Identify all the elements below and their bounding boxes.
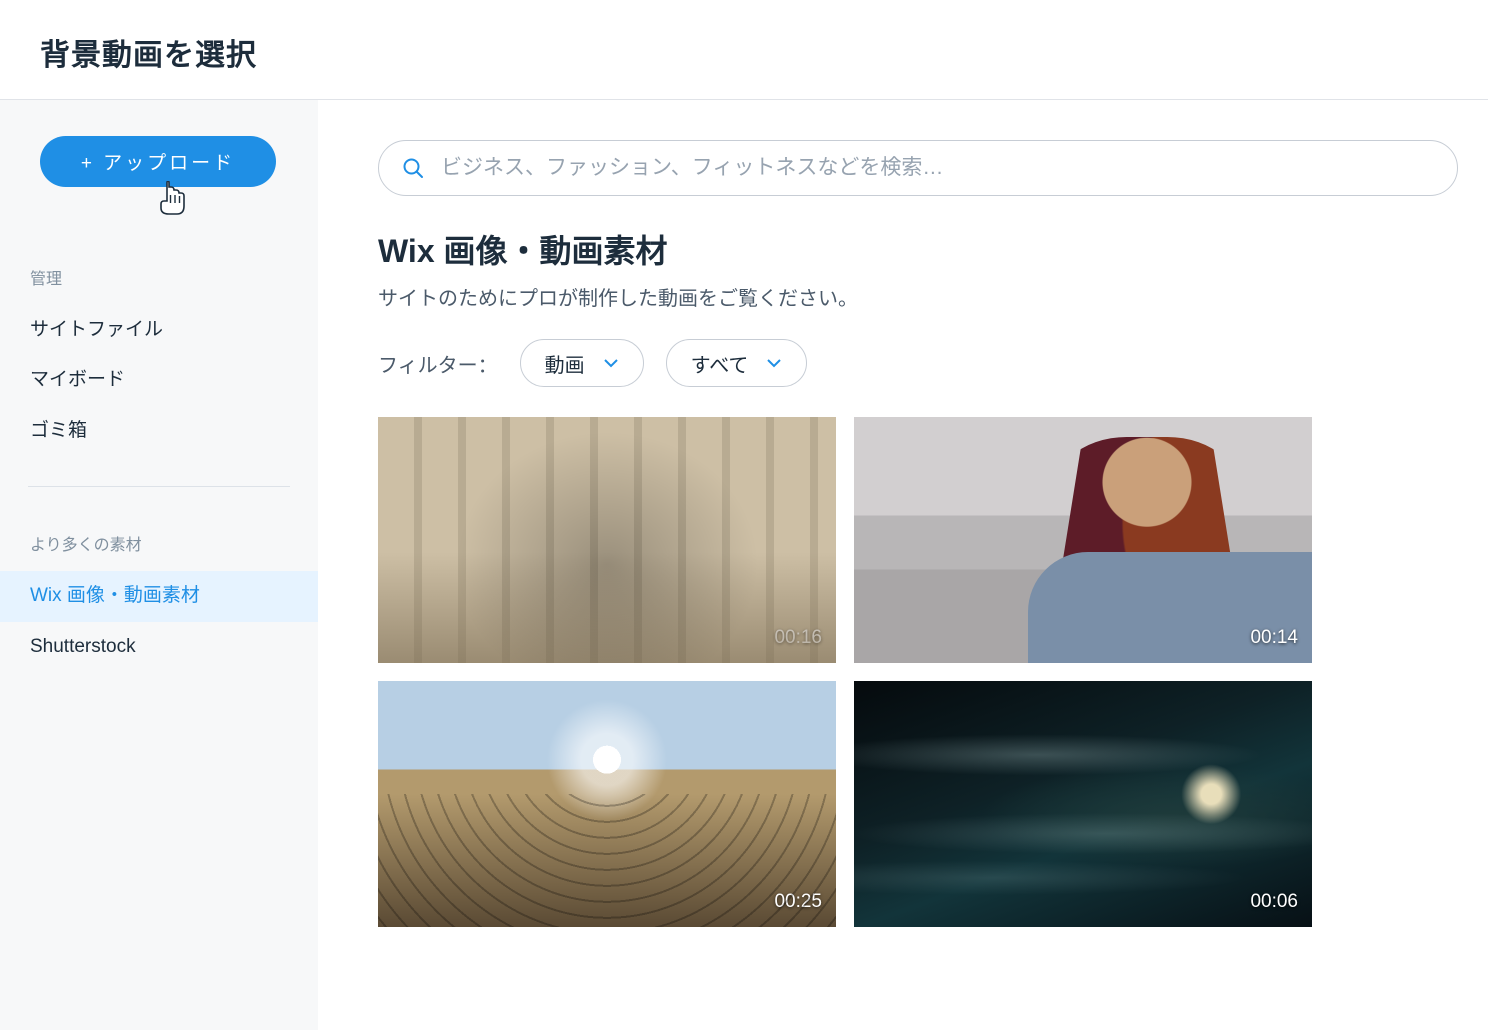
sidebar: + アップロード 管理 サイトファイル マイボード ゴミ箱 より多くの素材 Wi…: [0, 100, 318, 1030]
video-thumbnail[interactable]: 00:25: [378, 681, 836, 927]
sidebar-item-trash[interactable]: ゴミ箱: [0, 406, 318, 456]
video-duration: 00:14: [1250, 627, 1298, 649]
video-duration: 00:16: [774, 627, 822, 649]
filter-label: フィルター：: [378, 349, 498, 378]
filter-type-select[interactable]: 動画: [520, 339, 644, 387]
chevron-down-icon: [766, 355, 782, 371]
sidebar-divider: [28, 486, 290, 487]
sidebar-item-my-board[interactable]: マイボード: [0, 355, 318, 405]
filter-scope-value: すべて: [691, 349, 749, 378]
page-title: 背景動画を選択: [40, 30, 1448, 74]
search-input[interactable]: [441, 156, 1435, 180]
sidebar-item-site-files[interactable]: サイトファイル: [0, 305, 318, 355]
upload-button-label: + アップロード: [81, 148, 235, 175]
sidebar-item-wix-media[interactable]: Wix 画像・動画素材: [0, 571, 318, 621]
filter-type-value: 動画: [545, 349, 585, 378]
chevron-down-icon: [603, 355, 619, 371]
video-duration: 00:06: [1250, 891, 1298, 913]
page-header: 背景動画を選択: [0, 0, 1488, 100]
search-icon: [401, 156, 425, 180]
search-field[interactable]: [378, 140, 1458, 196]
video-duration: 00:25: [774, 891, 822, 913]
sidebar-item-shutterstock[interactable]: Shutterstock: [0, 622, 318, 672]
filter-bar: フィルター： 動画 すべて: [378, 339, 1488, 387]
section-subtitle: サイトのためにプロが制作した動画をご覧ください。: [378, 282, 1488, 311]
video-thumbnail[interactable]: 00:14: [854, 417, 1312, 663]
upload-button[interactable]: + アップロード: [40, 136, 276, 187]
video-thumbnail[interactable]: 00:06: [854, 681, 1312, 927]
pointer-cursor-icon: [158, 181, 186, 215]
video-grid: 00:16 00:14 00:25 00:06: [378, 417, 1488, 927]
section-title: Wix 画像・動画素材: [378, 226, 1488, 272]
main-content: Wix 画像・動画素材 サイトのためにプロが制作した動画をご覧ください。 フィル…: [318, 100, 1488, 1030]
sidebar-section-manage-label: 管理: [0, 265, 318, 289]
video-thumbnail[interactable]: 00:16: [378, 417, 836, 663]
sidebar-section-more-label: より多くの素材: [0, 531, 318, 555]
filter-scope-select[interactable]: すべて: [666, 339, 808, 387]
